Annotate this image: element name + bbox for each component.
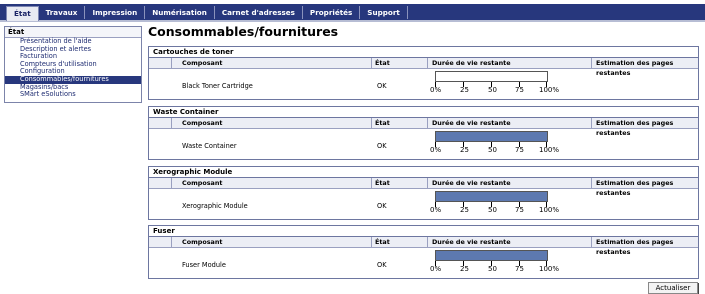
column-divider — [591, 58, 592, 68]
column-divider — [171, 237, 172, 247]
column-divider — [171, 58, 172, 68]
scale-label: 75 — [515, 265, 524, 273]
top-nav: État Travaux Impression Numérisation Car… — [0, 0, 705, 22]
life-scale: 0% 25 50 75 100% — [430, 82, 559, 94]
column-header-pages: Estimation des pages restantes — [596, 238, 674, 256]
tab-proprietes[interactable]: Propriétés — [303, 6, 361, 19]
nav-tabs: État Travaux Impression Numérisation Car… — [6, 6, 408, 21]
column-header-pages: Estimation des pages restantes — [596, 59, 674, 77]
page-title: Consommables/fournitures — [148, 24, 339, 39]
refresh-button[interactable]: Actualiser — [648, 282, 698, 294]
life-scale: 0% 25 50 75 100% — [430, 261, 559, 273]
life-remaining-fill — [436, 132, 547, 141]
component-name: Fuser Module — [182, 261, 226, 269]
column-divider — [371, 237, 372, 247]
scale-label: 25 — [460, 265, 469, 273]
column-divider — [171, 118, 172, 128]
column-divider — [427, 237, 428, 247]
scale-label: 0% — [430, 265, 442, 273]
scale-label: 50 — [488, 206, 497, 214]
life-remaining-gauge — [435, 71, 548, 82]
component-name: Waste Container — [182, 142, 237, 150]
scale-label: 25 — [460, 206, 469, 214]
column-divider — [171, 178, 172, 188]
column-header-pages: Estimation des pages restantes — [596, 119, 674, 137]
component-name: Black Toner Cartridge — [182, 82, 253, 90]
column-header-state: État — [375, 59, 390, 67]
section-title: Fuser — [149, 226, 698, 237]
column-header-life: Durée de vie restante — [432, 119, 511, 127]
column-divider — [591, 178, 592, 188]
column-header-component: Composant — [182, 238, 223, 246]
component-state: OK — [377, 142, 387, 150]
component-state: OK — [377, 261, 387, 269]
scale-label: 50 — [488, 146, 497, 154]
component-state: OK — [377, 82, 387, 90]
scale-label: 75 — [515, 146, 524, 154]
column-header-component: Composant — [182, 59, 223, 67]
sidebar-item-smart-esolutions[interactable]: SMart eSolutions — [5, 91, 141, 99]
column-header-life: Durée de vie restante — [432, 238, 511, 246]
life-remaining-gauge — [435, 191, 548, 202]
section-fuser: Fuser Composant État Durée de vie restante E… — [148, 225, 699, 279]
column-header-state: État — [375, 179, 390, 187]
column-divider — [371, 178, 372, 188]
column-header-component: Composant — [182, 119, 223, 127]
sidebar: État Présentation de l'aide Description … — [4, 26, 142, 103]
scale-label: 100% — [539, 86, 560, 94]
column-header-life: Durée de vie restante — [432, 179, 511, 187]
scale-label: 25 — [460, 86, 469, 94]
scale-label: 75 — [515, 206, 524, 214]
scale-label: 100% — [539, 265, 560, 273]
life-remaining-gauge — [435, 131, 548, 142]
section-title: Cartouches de toner — [149, 47, 698, 58]
component-state: OK — [377, 202, 387, 210]
column-divider — [591, 118, 592, 128]
column-header-life: Durée de vie restante — [432, 59, 511, 67]
tab-impression[interactable]: Impression — [85, 6, 146, 19]
section-cartouches-de-toner: Cartouches de toner Composant État Durée de… — [148, 46, 699, 100]
scale-label: 100% — [539, 146, 560, 154]
column-divider — [371, 58, 372, 68]
tab-carnet-adresses[interactable]: Carnet d'adresses — [215, 6, 303, 19]
column-divider — [427, 118, 428, 128]
column-header-row: Composant État Durée de vie restante Estima… — [149, 237, 698, 256]
section-waste-container: Waste Container Composant État Durée de vie… — [148, 106, 699, 160]
column-divider — [371, 118, 372, 128]
scale-label: 25 — [460, 146, 469, 154]
column-divider — [591, 237, 592, 247]
section-title: Waste Container — [149, 107, 698, 118]
column-header-row: Composant État Durée de vie restante Estima… — [149, 118, 698, 137]
section-title: Xerographic Module — [149, 167, 698, 178]
scale-label: 50 — [488, 86, 497, 94]
column-header-row: Composant État Durée de vie restante Estima… — [149, 178, 698, 197]
column-header-state: État — [375, 119, 390, 127]
scale-label: 50 — [488, 265, 497, 273]
scale-label: 0% — [430, 86, 442, 94]
life-remaining-gauge — [435, 250, 548, 261]
life-remaining-fill — [436, 192, 547, 201]
life-scale: 0% 25 50 75 100% — [430, 202, 559, 214]
column-divider — [427, 58, 428, 68]
tab-numerisation[interactable]: Numérisation — [145, 6, 215, 19]
column-header-state: État — [375, 238, 390, 246]
component-name: Xerographic Module — [182, 202, 248, 210]
tab-support[interactable]: Support — [360, 6, 408, 19]
scale-label: 75 — [515, 86, 524, 94]
tab-etat[interactable]: État — [6, 6, 39, 21]
scale-label: 100% — [539, 206, 560, 214]
column-header-row: Composant État Durée de vie restante Estima… — [149, 58, 698, 77]
life-scale: 0% 25 50 75 100% — [430, 142, 559, 154]
section-xerographic-module: Xerographic Module Composant État Durée de … — [148, 166, 699, 220]
column-divider — [427, 178, 428, 188]
life-remaining-fill — [436, 251, 547, 260]
column-header-component: Composant — [182, 179, 223, 187]
column-header-pages: Estimation des pages restantes — [596, 179, 674, 197]
tab-travaux[interactable]: Travaux — [39, 6, 86, 19]
scale-label: 0% — [430, 206, 442, 214]
scale-label: 0% — [430, 146, 442, 154]
